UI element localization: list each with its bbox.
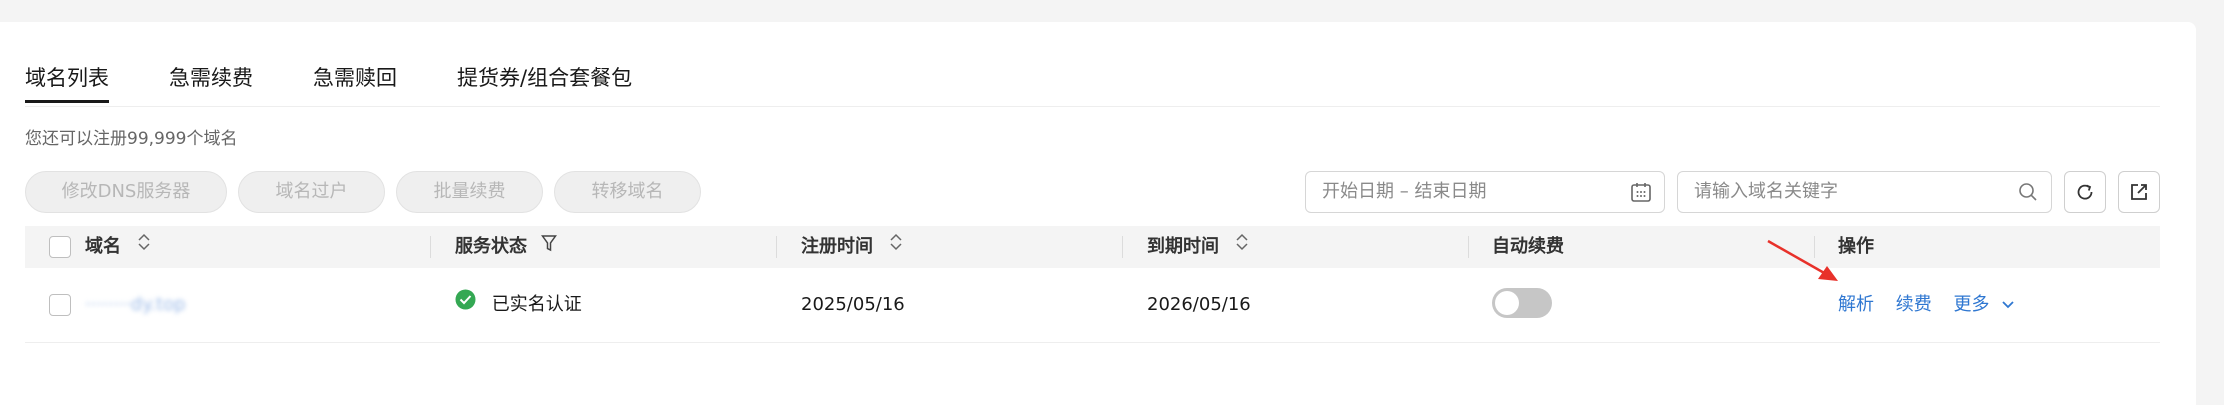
auto-renew-toggle[interactable] bbox=[1492, 288, 1552, 318]
expiry-date: 2026/05/16 bbox=[1147, 294, 1251, 315]
export-button[interactable] bbox=[2118, 171, 2160, 213]
annotation-arrow-icon bbox=[1760, 238, 1840, 288]
column-divider bbox=[430, 236, 431, 258]
export-icon bbox=[2128, 181, 2150, 203]
chevron-down-icon bbox=[2001, 268, 2015, 342]
tab-urgent-renew[interactable]: 急需续费 bbox=[169, 62, 253, 92]
resolve-link[interactable]: 解析 bbox=[1838, 294, 1874, 315]
column-header-registered: 注册时间 bbox=[801, 226, 903, 268]
select-all-checkbox[interactable] bbox=[49, 236, 71, 258]
toggle-knob bbox=[1495, 291, 1519, 315]
column-divider bbox=[1468, 236, 1469, 258]
column-label-expires: 到期时间 bbox=[1147, 236, 1219, 257]
column-header-domain: 域名 bbox=[85, 226, 151, 268]
row-checkbox[interactable] bbox=[49, 294, 71, 316]
date-range-placeholder: 开始日期 – 结束日期 bbox=[1322, 181, 1487, 202]
search-placeholder: 请输入域名关键字 bbox=[1694, 181, 1838, 202]
domain-search-input[interactable]: 请输入域名关键字 bbox=[1677, 171, 2052, 213]
tab-vouchers[interactable]: 提货券/组合套餐包 bbox=[457, 62, 632, 92]
calendar-icon[interactable] bbox=[1630, 181, 1652, 203]
column-label-domain: 域名 bbox=[85, 236, 121, 257]
more-dropdown[interactable]: 更多 bbox=[1953, 294, 2015, 315]
domain-name: ········dy.top bbox=[85, 294, 186, 315]
more-label: 更多 bbox=[1953, 294, 1990, 315]
column-label-registered: 注册时间 bbox=[801, 236, 873, 257]
sort-icon[interactable] bbox=[1235, 226, 1249, 268]
column-header-actions: 操作 bbox=[1838, 236, 1874, 257]
column-header-auto-renew: 自动续费 bbox=[1492, 236, 1564, 257]
domain-transfer-owner-button[interactable]: 域名过户 bbox=[238, 171, 385, 213]
tab-domain-list[interactable]: 域名列表 bbox=[25, 62, 109, 103]
status-text: 已实名认证 bbox=[491, 294, 582, 315]
column-label-status: 服务状态 bbox=[455, 236, 527, 257]
column-divider bbox=[1122, 236, 1123, 258]
registered-date: 2025/05/16 bbox=[801, 294, 905, 315]
column-divider bbox=[776, 236, 777, 258]
filter-icon[interactable] bbox=[541, 226, 558, 268]
column-header-status: 服务状态 bbox=[455, 226, 558, 268]
refresh-button[interactable] bbox=[2064, 171, 2106, 213]
transfer-domain-button[interactable]: 转移域名 bbox=[554, 171, 701, 213]
check-circle-icon bbox=[455, 268, 476, 342]
sort-icon[interactable] bbox=[137, 226, 151, 268]
column-header-expires: 到期时间 bbox=[1147, 226, 1249, 268]
status-cell: 已实名认证 bbox=[455, 268, 582, 342]
quota-text: 您还可以注册99,999个域名 bbox=[25, 129, 238, 149]
tab-bar: 域名列表 急需续费 急需赎回 提货券/组合套餐包 bbox=[25, 44, 2160, 107]
renew-link[interactable]: 续费 bbox=[1896, 294, 1932, 315]
search-icon[interactable] bbox=[2017, 181, 2039, 203]
domain-name-link[interactable]: ········dy.top bbox=[85, 268, 186, 342]
sort-icon[interactable] bbox=[889, 226, 903, 268]
date-range-input[interactable]: 开始日期 – 结束日期 bbox=[1305, 171, 1665, 213]
modify-dns-button[interactable]: 修改DNS服务器 bbox=[25, 171, 227, 213]
actions-cell: 解析 续费 更多 bbox=[1838, 268, 2015, 342]
tab-urgent-redeem[interactable]: 急需赎回 bbox=[313, 62, 397, 92]
batch-renew-button[interactable]: 批量续费 bbox=[396, 171, 543, 213]
refresh-icon bbox=[2074, 181, 2096, 203]
